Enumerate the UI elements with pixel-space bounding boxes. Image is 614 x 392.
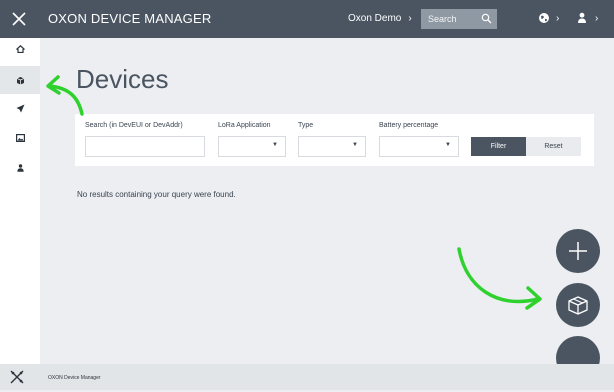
annotation-arrow-to-box-button — [457, 247, 542, 310]
sidebar-item-home[interactable] — [0, 35, 40, 63]
battery-percentage-select[interactable]: ▼ — [379, 136, 459, 157]
lora-application-label: LoRa Application — [218, 122, 271, 129]
page-title: Devices — [76, 64, 169, 94]
plus-icon — [569, 242, 587, 260]
reset-button[interactable]: Reset — [526, 137, 581, 156]
annotation-arrow-to-sidebar — [46, 75, 84, 116]
type-label: Type — [298, 122, 314, 129]
caret-down-icon: ▼ — [445, 142, 451, 148]
lora-application-select[interactable]: ▼ — [218, 136, 286, 157]
search-icon[interactable] — [481, 13, 492, 24]
bottom-bar: OXON Device Manager — [0, 364, 614, 390]
user-menu-chevron-icon[interactable]: › — [595, 0, 598, 38]
caret-down-icon: ▼ — [272, 142, 278, 148]
sidebar-item-send[interactable] — [0, 94, 40, 122]
globe-icon[interactable] — [538, 12, 550, 24]
user-icon[interactable] — [577, 12, 587, 24]
footer-app-name: OXON Device Manager — [48, 375, 101, 381]
search-box — [421, 9, 497, 29]
image-icon — [15, 134, 25, 142]
type-select[interactable]: ▼ — [298, 136, 366, 157]
add-device-button[interactable] — [556, 229, 600, 273]
top-bar: OXON DEVICE MANAGER Oxon Demo › › › — [0, 0, 614, 38]
sidebar-item-images[interactable] — [0, 124, 40, 152]
app-title[interactable]: OXON DEVICE MANAGER — [48, 0, 211, 38]
empty-results-message: No results containing your query were fo… — [77, 190, 236, 199]
sidebar-item-users[interactable] — [0, 154, 40, 182]
box-icon — [568, 296, 588, 315]
tenant-name: Oxon Demo — [348, 13, 402, 24]
devices-icon — [16, 76, 24, 84]
close-x-logo-icon[interactable] — [0, 0, 38, 38]
filter-button[interactable]: Filter — [471, 137, 526, 156]
oxon-logo-icon — [10, 370, 24, 384]
chevron-right-icon: › — [408, 13, 412, 24]
sidebar — [0, 38, 40, 364]
box-action-button[interactable] — [556, 283, 600, 327]
home-icon — [15, 45, 25, 53]
language-chevron-icon[interactable]: › — [556, 0, 559, 38]
caret-down-icon: ▼ — [352, 142, 358, 148]
battery-percentage-label: Battery percentage — [379, 122, 439, 129]
search-input[interactable] — [428, 9, 478, 29]
send-icon — [16, 104, 24, 112]
search-filter-label: Search (in DevEUI or DevAddr) — [85, 122, 183, 129]
sidebar-item-devices[interactable] — [0, 66, 40, 94]
user-icon — [16, 164, 24, 172]
tenant-selector[interactable]: Oxon Demo › — [348, 0, 412, 38]
deveui-search-input[interactable] — [85, 136, 205, 157]
